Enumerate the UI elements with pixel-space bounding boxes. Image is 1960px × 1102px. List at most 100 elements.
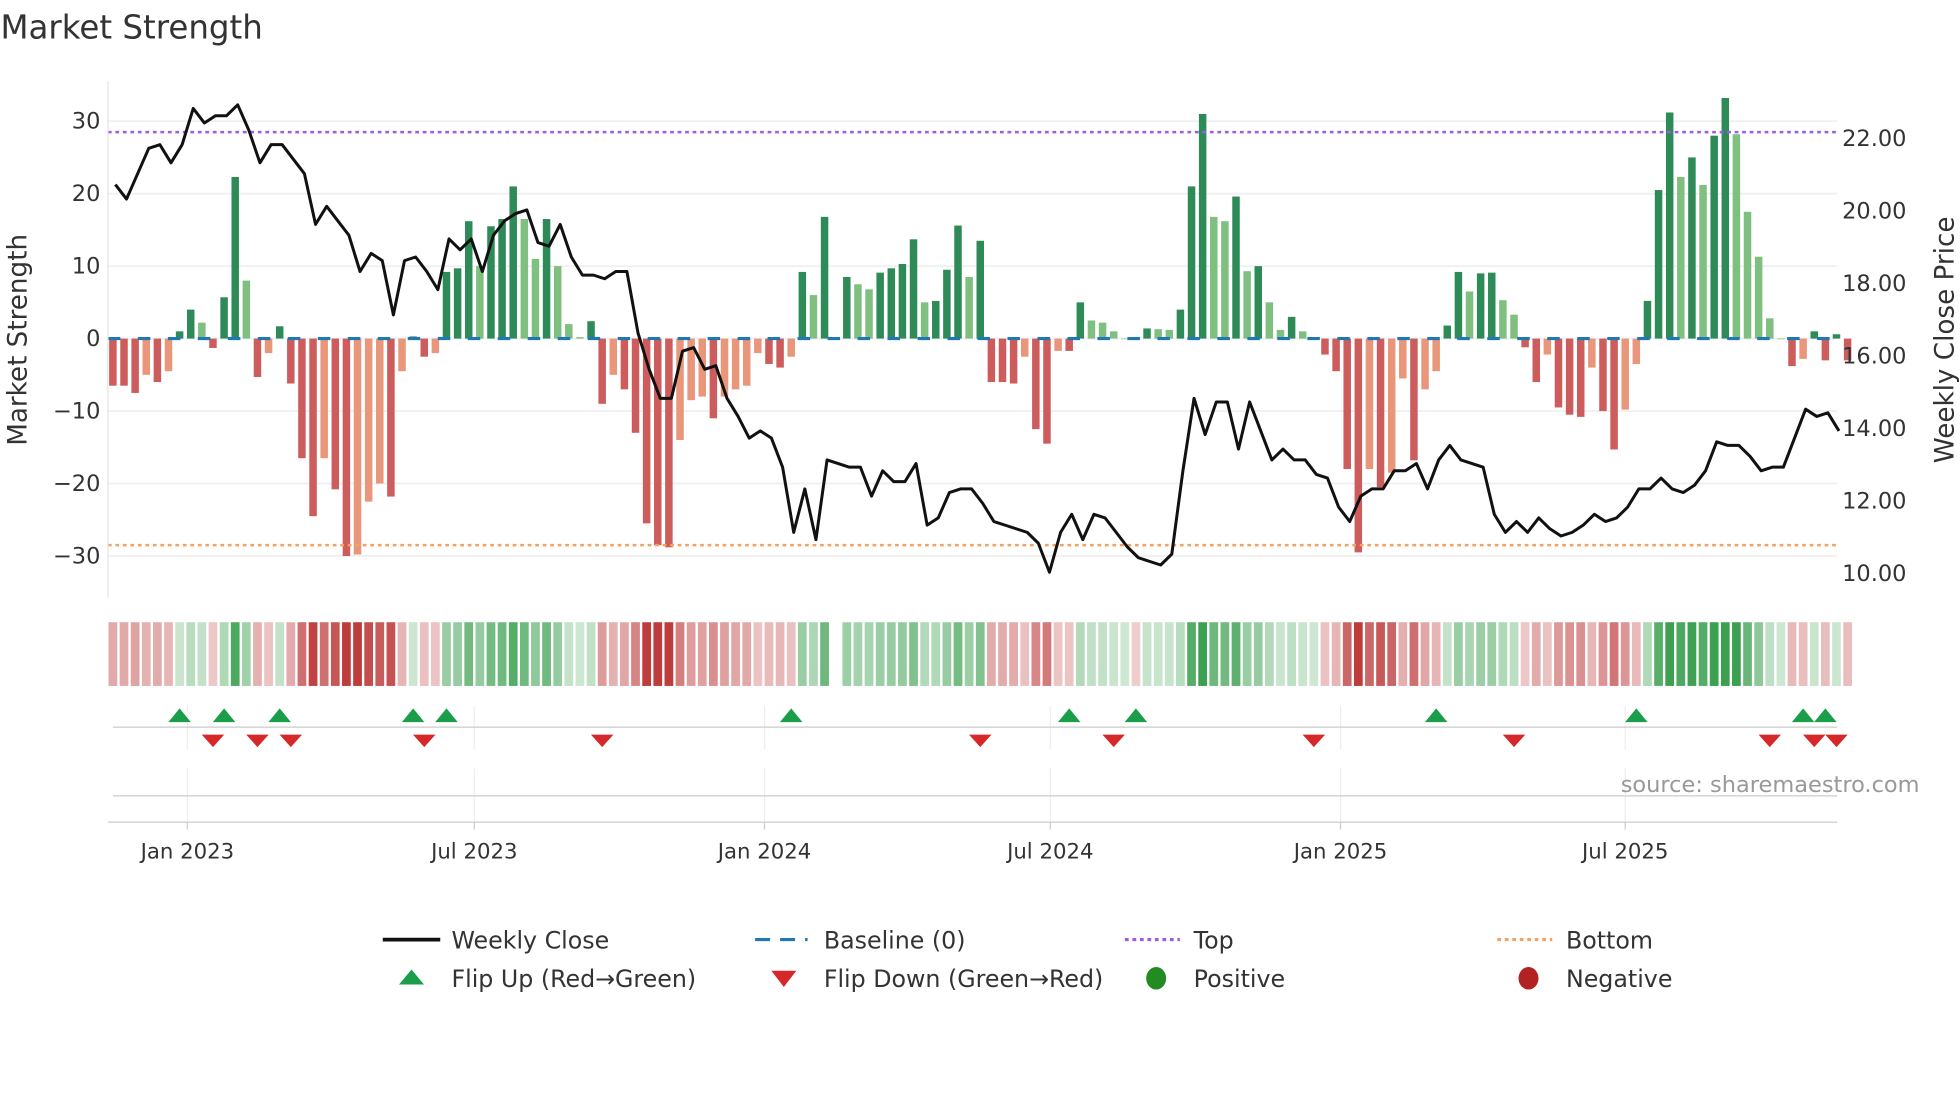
strength-bar	[631, 338, 640, 433]
strength-bar	[420, 338, 429, 357]
heat-cell	[1153, 622, 1163, 686]
heat-cell	[1376, 622, 1385, 686]
heat-cell	[675, 622, 685, 686]
strength-bar	[298, 338, 306, 459]
strength-bar	[1421, 338, 1429, 390]
strength-bar	[342, 338, 351, 556]
heat-cell	[1053, 622, 1063, 686]
heat-cell	[330, 622, 340, 686]
legend-label: Positive	[1194, 965, 1285, 993]
strength-bar	[709, 338, 718, 419]
heat-cell	[875, 622, 885, 686]
strength-bar	[442, 271, 451, 339]
heat-cell	[1676, 622, 1686, 686]
heat-cell	[230, 622, 240, 686]
strength-bar	[1588, 338, 1596, 368]
heat-cell	[1442, 622, 1452, 686]
heat-cell	[1009, 622, 1018, 686]
strength-bar	[943, 269, 951, 339]
y-right-tick-label: 18.00	[1842, 271, 1906, 297]
y-tick-label: 30	[72, 109, 101, 135]
strength-bar	[998, 338, 1007, 383]
legend-item: Weekly Close	[382, 926, 609, 954]
heat-cell	[931, 622, 941, 686]
heat-cell	[1820, 622, 1830, 686]
flip-up-marker	[1814, 708, 1837, 723]
strength-bar	[1065, 338, 1073, 351]
strength-bar	[1376, 338, 1385, 488]
strength-bar	[1187, 186, 1196, 339]
strength-bar	[1354, 338, 1363, 553]
x-tick-label: Jan 2024	[716, 839, 812, 864]
strength-bar	[987, 338, 996, 383]
strength-bar	[665, 338, 673, 548]
heat-cell	[886, 622, 896, 686]
axes: 30 20 10 0 −10 −20 −30 22.00 20.00 18.00 16.00 14.0…	[53, 81, 1906, 864]
heat-cell	[1253, 622, 1263, 686]
heat-cell	[986, 622, 996, 686]
strength-bar	[1777, 338, 1785, 340]
strength-bar	[520, 219, 529, 339]
heat-cell	[1531, 622, 1541, 686]
strength-bar	[1254, 266, 1262, 339]
strength-bar	[1443, 325, 1452, 339]
heat-cell	[1309, 622, 1319, 686]
heat-cell	[731, 622, 740, 686]
heat-cell	[353, 622, 362, 686]
legend-label: Flip Up (Red→Green)	[451, 965, 696, 993]
heat-cell	[1687, 622, 1697, 686]
strength-bar	[898, 263, 907, 339]
heat-cell	[1542, 622, 1552, 686]
heat-cell	[1720, 622, 1730, 686]
heat-cell	[1020, 622, 1030, 686]
flip-markers-panel	[112, 705, 1848, 823]
heat-cell	[998, 622, 1007, 686]
heat-cell	[1487, 622, 1497, 686]
strength-bar	[131, 338, 139, 393]
strength-bar	[142, 338, 151, 375]
heat-cell	[1498, 622, 1508, 686]
strength-bar	[1821, 338, 1830, 361]
strength-bar	[1665, 112, 1674, 339]
strength-bar	[153, 338, 162, 383]
strength-bar	[598, 338, 606, 404]
strength-bar	[431, 338, 440, 354]
legend-item: Baseline (0)	[755, 926, 966, 954]
heat-cell	[108, 622, 118, 686]
y-tick-label: 20	[72, 181, 101, 207]
strength-bar	[1210, 216, 1218, 339]
heat-cell	[1276, 622, 1285, 686]
legend-item: Top	[1124, 926, 1234, 954]
heat-cell	[920, 622, 930, 686]
heat-cell	[953, 622, 963, 686]
strength-bar	[1476, 273, 1485, 339]
strength-bar	[1143, 328, 1151, 339]
heat-cell	[1264, 622, 1274, 686]
heat-cell	[1342, 622, 1352, 686]
strength-bar	[364, 338, 373, 502]
strength-bar	[654, 338, 662, 546]
heat-cell	[1476, 622, 1486, 686]
strength-bar	[1232, 196, 1240, 339]
strength-bar	[754, 338, 762, 354]
legend-label: Baseline (0)	[824, 926, 966, 954]
strength-bar	[1343, 338, 1351, 470]
heat-cell	[175, 622, 184, 686]
heat-cell	[909, 622, 918, 686]
heat-cell	[1698, 622, 1708, 686]
x-tick-label: Jul 2024	[1005, 839, 1093, 864]
flip-down-marker	[1302, 734, 1326, 748]
x-tick-label: Jan 2025	[1292, 839, 1388, 864]
heat-cell	[1843, 622, 1852, 686]
heat-cell	[575, 622, 585, 686]
strength-bar	[1332, 338, 1340, 372]
strength-bar	[1554, 338, 1563, 408]
strength-bar	[1432, 338, 1440, 372]
heat-cell	[1654, 622, 1663, 686]
flip-down-marker	[969, 734, 992, 748]
strength-bar	[164, 338, 173, 372]
strength-bar	[287, 338, 295, 384]
heat-cell	[775, 622, 785, 686]
strength-bar	[1688, 157, 1696, 339]
heat-cell	[542, 622, 551, 686]
